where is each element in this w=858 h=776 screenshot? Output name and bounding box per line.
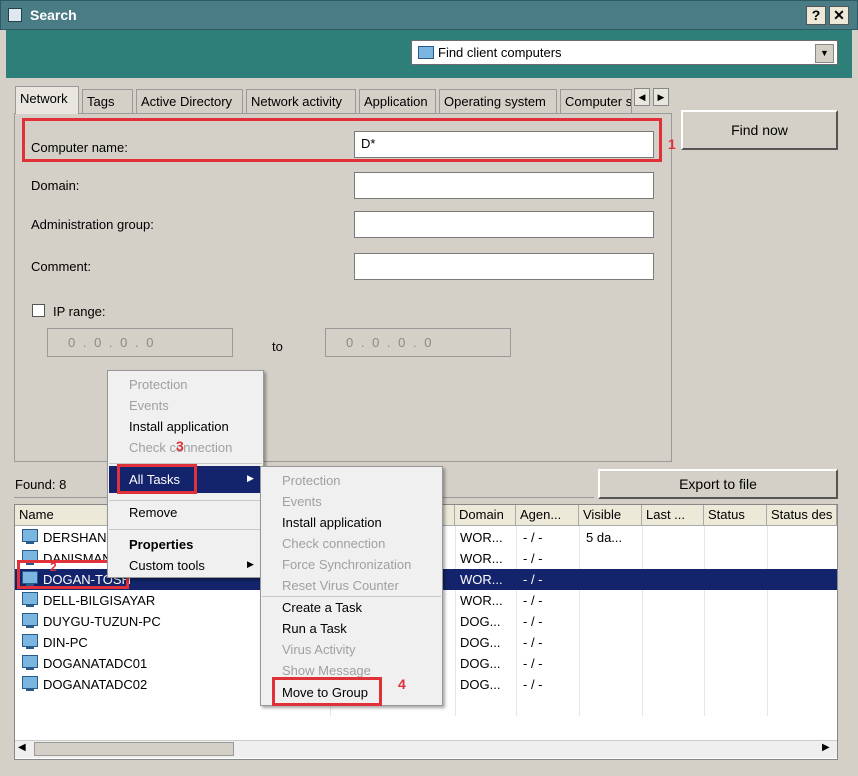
tab-computer[interactable]: Computer s <box>560 89 632 113</box>
admin-group-input[interactable] <box>354 211 654 238</box>
row-domain: DOG... <box>460 614 501 629</box>
ip-range-label: IP range: <box>53 304 106 319</box>
row-domain: WOR... <box>460 551 503 566</box>
domain-label: Domain: <box>31 178 80 193</box>
view-dropdown[interactable]: Find client computers ▼ <box>411 40 838 65</box>
tab-scroll-left-icon[interactable]: ◀ <box>634 88 650 106</box>
tab-operating-system[interactable]: Operating system <box>439 89 557 113</box>
submenu-item-check-connection[interactable]: Check connection <box>282 536 385 551</box>
column-header-last[interactable]: Last ... <box>642 505 704 526</box>
found-count: Found: 8 <box>15 477 67 492</box>
context-menu-separator <box>109 529 262 530</box>
submenu-item-show-message[interactable]: Show Message <box>282 663 371 678</box>
column-header-visible[interactable]: Visible <box>579 505 642 526</box>
tab-tags[interactable]: Tags <box>82 89 133 113</box>
scroll-thumb[interactable] <box>34 742 234 756</box>
tab-network[interactable]: Network <box>15 86 79 114</box>
menu-item-remove[interactable]: Remove <box>129 505 177 520</box>
column-header-status[interactable]: Status <box>704 505 767 526</box>
row-name: DOGANATADC02 <box>43 677 148 692</box>
row-agent: - / - <box>523 656 543 671</box>
computer-icon <box>22 592 38 607</box>
title-bar <box>0 0 858 30</box>
computer-icon <box>22 634 38 649</box>
row-agent: - / - <box>523 572 543 587</box>
row-agent: - / - <box>523 677 543 692</box>
scroll-right-icon[interactable]: ▶ <box>822 742 830 753</box>
annotation-1: 1 <box>668 136 676 152</box>
submenu-item-run-a-task[interactable]: Run a Task <box>282 621 347 636</box>
ip-range-checkbox[interactable] <box>32 304 45 317</box>
column-header-domain[interactable]: Domain <box>455 505 516 526</box>
computer-name-label: Computer name: <box>31 140 128 155</box>
submenu-item-virus-activity[interactable]: Virus Activity <box>282 642 355 657</box>
export-to-file-button[interactable]: Export to file <box>598 469 838 499</box>
row-domain: WOR... <box>460 593 503 608</box>
row-agent: - / - <box>523 551 543 566</box>
submenu-arrow-icon: ▶ <box>247 559 254 569</box>
row-domain: DOG... <box>460 635 501 650</box>
row-name: DOGANATADC01 <box>43 656 148 671</box>
submenu-item-protection[interactable]: Protection <box>282 473 341 488</box>
submenu-item-reset-virus-counter[interactable]: Reset Virus Counter <box>282 578 399 593</box>
menu-item-events[interactable]: Events <box>129 398 169 413</box>
computer-icon <box>22 676 38 691</box>
menu-item-properties[interactable]: Properties <box>129 537 193 552</box>
row-agent: - / - <box>523 614 543 629</box>
comment-label: Comment: <box>31 259 91 274</box>
chevron-down-icon[interactable]: ▼ <box>815 44 834 63</box>
close-button[interactable]: ✕ <box>829 6 849 25</box>
view-dropdown-value: Find client computers <box>438 45 562 60</box>
tab-scroll-right-icon[interactable]: ▶ <box>653 88 669 106</box>
window-icon <box>8 8 22 22</box>
menu-item-install-application[interactable]: Install application <box>129 419 229 434</box>
row-agent: - / - <box>523 593 543 608</box>
comment-input[interactable] <box>354 253 654 280</box>
row-name: DIN-PC <box>43 635 88 650</box>
domain-input[interactable] <box>354 172 654 199</box>
row-domain: DOG... <box>460 656 501 671</box>
submenu-item-force-synchronization[interactable]: Force Synchronization <box>282 557 411 572</box>
menu-item-custom-tools[interactable]: Custom tools <box>129 558 205 573</box>
computer-icon <box>22 655 38 670</box>
row-domain: WOR... <box>460 530 503 545</box>
submenu-arrow-icon: ▶ <box>247 473 254 483</box>
submenu-item-install-application[interactable]: Install application <box>282 515 382 530</box>
menu-item-all-tasks[interactable]: All Tasks <box>129 472 180 487</box>
tab-application[interactable]: Application <box>359 89 436 113</box>
annotation-3: 3 <box>176 438 184 454</box>
row-domain: DOG... <box>460 677 501 692</box>
window-title: Search <box>30 7 77 23</box>
scroll-left-icon[interactable]: ◀ <box>18 742 26 753</box>
ip-to-label: to <box>272 339 283 354</box>
annotation-4: 4 <box>398 676 406 692</box>
context-menu-separator <box>109 500 262 501</box>
column-header-agent[interactable]: Agen... <box>516 505 579 526</box>
row-visible: 5 da... <box>586 530 623 545</box>
row-name: DUYGU-TUZUN-PC <box>43 614 161 629</box>
find-now-button[interactable]: Find now <box>681 110 838 150</box>
computer-name-input[interactable]: D* <box>354 131 654 158</box>
row-name: DELL-BILGISAYAR <box>43 593 156 608</box>
column-header-status-description[interactable]: Status des <box>767 505 837 526</box>
admin-group-label: Administration group: <box>31 217 154 232</box>
ip-to-input[interactable]: 0 . 0 . 0 . 0 <box>325 328 511 357</box>
submenu-item-events[interactable]: Events <box>282 494 322 509</box>
computer-icon <box>22 613 38 628</box>
tab-active-directory[interactable]: Active Directory <box>136 89 243 113</box>
submenu-item-create-a-task[interactable]: Create a Task <box>282 600 362 615</box>
menu-item-protection[interactable]: Protection <box>129 377 188 392</box>
row-agent: - / - <box>523 635 543 650</box>
monitor-icon <box>418 46 434 59</box>
row-domain: WOR... <box>460 572 503 587</box>
ip-from-input[interactable]: 0 . 0 . 0 . 0 <box>47 328 233 357</box>
annotation-2: 2 <box>50 560 57 574</box>
submenu-separator <box>262 596 441 597</box>
submenu-item-move-to-group[interactable]: Move to Group <box>282 685 368 700</box>
computer-icon <box>22 529 38 544</box>
help-button[interactable]: ? <box>806 6 826 25</box>
tab-network-activity[interactable]: Network activity <box>246 89 356 113</box>
row-agent: - / - <box>523 530 543 545</box>
